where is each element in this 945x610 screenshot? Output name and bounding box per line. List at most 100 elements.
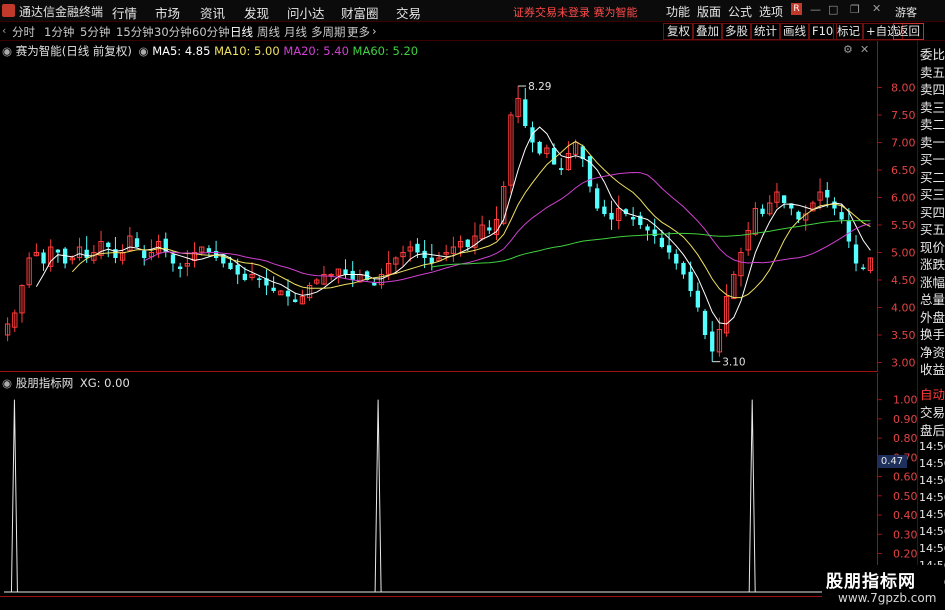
candle-body xyxy=(106,242,111,247)
candle-body xyxy=(487,227,492,231)
candle-body xyxy=(465,239,470,247)
y-tick-label: 3.50 xyxy=(891,329,916,342)
xg-spike xyxy=(10,399,18,593)
candle-body xyxy=(710,331,715,352)
quote-label: 买四 xyxy=(920,204,945,220)
quote-label: 买三 xyxy=(920,187,945,202)
candle-body xyxy=(55,249,61,253)
candle-body xyxy=(666,245,672,253)
xg-spike xyxy=(748,399,756,593)
current-value-badge: 0.47 xyxy=(877,455,907,468)
y-tick-label: 7.00 xyxy=(891,137,916,150)
tick-time: 14:56 xyxy=(919,491,945,504)
sub-y-tick-label: 0.20 xyxy=(893,548,918,561)
candle-body xyxy=(853,244,859,264)
collapse-icon[interactable]: ◉ xyxy=(2,376,12,390)
tick-time: 14:56 xyxy=(919,542,945,555)
trade-label: 交易 xyxy=(920,405,945,420)
candle-body xyxy=(285,290,291,297)
sub-y-tick-label: 0.30 xyxy=(893,528,918,541)
quote-label: 收益 xyxy=(920,362,945,377)
y-tick-label: 4.50 xyxy=(891,274,916,287)
candle-body xyxy=(760,208,765,214)
candle-body xyxy=(702,310,708,335)
candle-body xyxy=(142,250,147,258)
candle-body xyxy=(652,229,657,236)
candle-body xyxy=(645,226,650,231)
settings-circle-icon[interactable]: ◉ xyxy=(139,44,149,58)
high-label: 8.29 xyxy=(528,81,551,93)
candle-body xyxy=(235,264,240,275)
quote-label: 买二 xyxy=(920,169,945,185)
candle-body xyxy=(170,254,176,264)
sub-y-tick-label: 0.50 xyxy=(893,490,918,503)
ma10-label: MA10: 5.00 xyxy=(214,44,280,58)
ma5-label: MA5: 4.85 xyxy=(152,44,211,58)
collapse-icon[interactable]: ◉ xyxy=(2,44,12,58)
y-tick-label: 6.00 xyxy=(891,192,916,205)
tick-time: 14:56 xyxy=(919,525,945,538)
quote-label: 卖一 xyxy=(920,134,945,150)
y-tick-label: 5.50 xyxy=(891,219,916,232)
chart-settings-icon[interactable]: ⚙ xyxy=(843,43,853,56)
candle-body xyxy=(523,99,528,126)
tick-time: 14:56 xyxy=(919,457,945,470)
candle-body xyxy=(257,278,262,280)
candle-body xyxy=(846,221,851,242)
candle-body xyxy=(293,299,298,302)
candle-body xyxy=(415,243,420,253)
ma60-label: MA60: 5.20 xyxy=(352,44,419,58)
candle-body xyxy=(839,212,844,220)
candle-body xyxy=(674,253,679,264)
candle-body xyxy=(559,168,564,170)
ma-line-ma5 xyxy=(35,126,871,325)
quote-label: 换手 xyxy=(920,327,945,342)
quote-label: 净资 xyxy=(920,344,945,360)
xg-spike xyxy=(374,399,382,593)
chart-close-icon[interactable]: ✕ xyxy=(860,43,869,56)
trade-label[interactable]: 自动 xyxy=(920,384,945,403)
candle-body xyxy=(681,262,686,275)
candle-body xyxy=(609,212,614,220)
candle-body xyxy=(659,237,665,247)
sub-y-tick-label: 1.00 xyxy=(893,394,918,407)
candle-body xyxy=(343,269,348,275)
kline-chart[interactable]: 8.00 7.50 7.00 6.50 6.00 5.50 5.00 4.50 4.00 3.50… xyxy=(0,0,945,609)
candle-body xyxy=(595,188,600,209)
watermark-title: 股朋指标网 xyxy=(826,572,916,592)
candle-body xyxy=(206,248,212,253)
quote-label: 卖五 xyxy=(920,64,945,80)
quote-label: 卖四 xyxy=(920,82,945,97)
sub-y-tick-label: 0.80 xyxy=(893,432,918,445)
candle-body xyxy=(796,211,801,220)
quote-label: 涨跌 xyxy=(920,257,945,272)
y-tick-label: 5.00 xyxy=(891,247,916,260)
stock-title[interactable]: 赛为智能(日线 前复权) xyxy=(16,44,132,58)
y-tick-label: 7.50 xyxy=(891,109,916,122)
candle-body xyxy=(328,274,334,276)
ma-line-ma10 xyxy=(71,140,871,299)
candle-body xyxy=(422,250,427,258)
watermark-url: www.7gpzb.com xyxy=(838,591,937,605)
candle-body xyxy=(178,266,183,269)
candle-body xyxy=(271,287,276,291)
candle-body xyxy=(825,189,830,198)
sub-y-tick-label: 0.60 xyxy=(893,471,918,484)
candle-body xyxy=(228,262,233,269)
candle-body xyxy=(781,195,787,203)
ma20-label: MA20: 5.40 xyxy=(283,44,349,58)
candle-body xyxy=(134,238,140,247)
candle-body xyxy=(861,267,866,269)
low-label: 3.10 xyxy=(722,357,745,369)
candle-body xyxy=(537,141,542,154)
indicator-title[interactable]: 股朋指标网 xyxy=(16,376,74,390)
tick-time: 14:56 xyxy=(919,474,945,487)
candle-body xyxy=(372,282,377,286)
sub-y-tick-label: 0.90 xyxy=(893,413,918,426)
sub-y-tick-label: 0.40 xyxy=(893,509,918,522)
candle-body xyxy=(630,217,636,220)
quote-label: 现价 xyxy=(920,239,945,255)
quote-label: 卖三 xyxy=(920,99,945,115)
tick-time: 14:56 xyxy=(919,440,945,453)
candle-body xyxy=(242,273,248,280)
